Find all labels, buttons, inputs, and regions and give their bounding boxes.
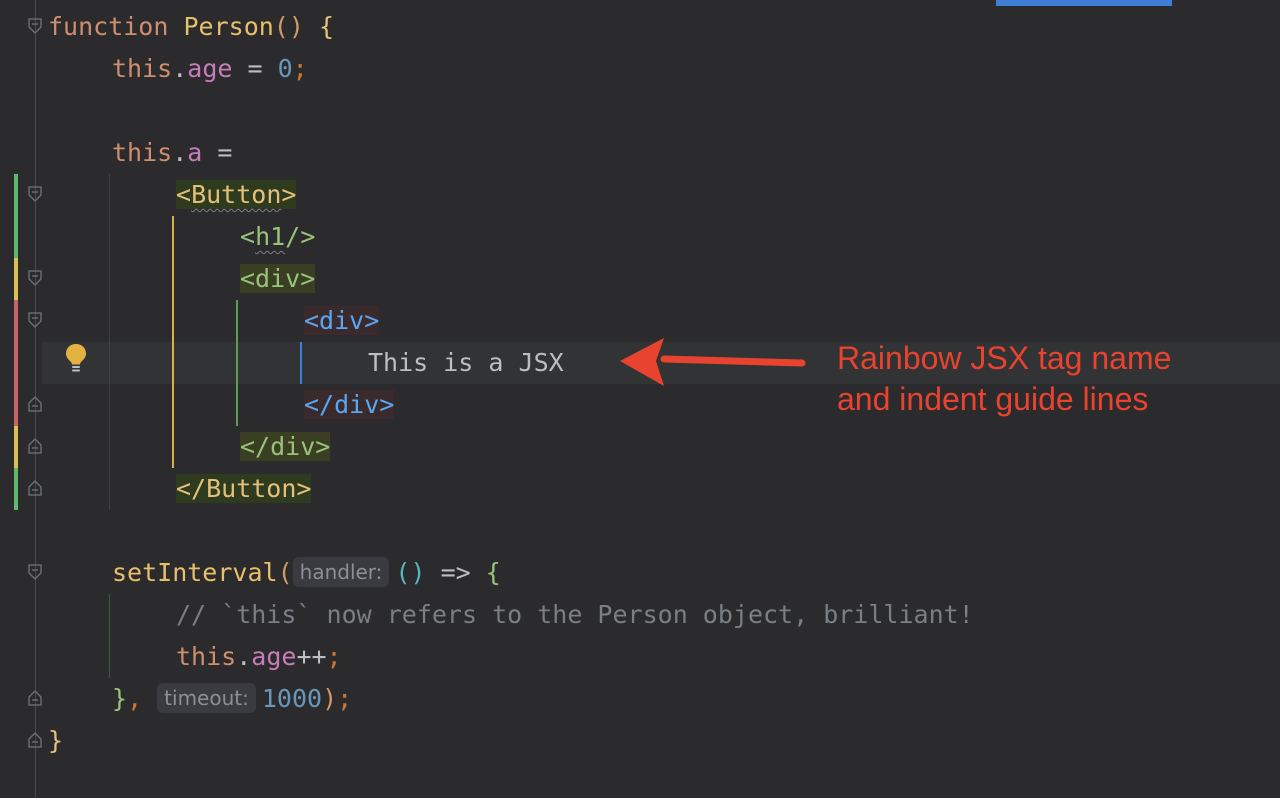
code-line-16[interactable]: this.age++; — [176, 636, 342, 678]
dot: . — [172, 138, 188, 167]
tag-bracket: > — [281, 180, 297, 209]
jsx-tag-div-close: </div> — [304, 390, 395, 419]
jsx-tag-button-close: </Button> — [176, 474, 312, 503]
dot: . — [236, 642, 252, 671]
keyword: function — [48, 12, 169, 41]
fold-marker-icon[interactable] — [28, 270, 42, 286]
operator: = — [202, 138, 233, 167]
fold-marker-icon[interactable] — [28, 564, 42, 580]
fold-marker-icon[interactable] — [28, 438, 42, 454]
parens: () — [273, 12, 304, 41]
code-line-11[interactable]: </div> — [240, 426, 331, 468]
code-line-10[interactable]: </div> — [304, 384, 395, 426]
tag-name: Button — [191, 180, 282, 209]
brace: { — [318, 12, 335, 41]
indent-guide — [109, 174, 110, 510]
annotation-line-1: Rainbow JSX tag name — [837, 340, 1172, 376]
code-line-5[interactable]: <Button> — [176, 174, 297, 216]
indent-guide — [300, 342, 302, 384]
brace: { — [485, 558, 501, 587]
annotation-line-2: and indent guide lines — [837, 381, 1149, 417]
annotation-callout: Rainbow JSX tag name and indent guide li… — [837, 338, 1171, 420]
code-line-9[interactable]: This is a JSX — [368, 342, 564, 384]
code-line-18[interactable]: } — [48, 720, 63, 762]
comment: // `this` now refers to the Person objec… — [176, 600, 974, 629]
arrow: => — [425, 558, 486, 587]
jsx-text: This is a JSX — [368, 348, 564, 377]
change-marker[interactable] — [14, 426, 18, 468]
arrow-parens: () — [395, 558, 426, 587]
parameter-hint: handler: — [292, 557, 390, 587]
code-line-12[interactable]: </Button> — [176, 468, 312, 510]
operator: ++ — [296, 642, 327, 671]
annotation-arrow — [620, 338, 806, 386]
keyword-this: this — [176, 642, 237, 671]
brace: } — [48, 726, 64, 755]
semicolon: ; — [337, 684, 353, 713]
code-line-17[interactable]: }, timeout: 1000); — [112, 678, 352, 720]
function-call: setInterval — [112, 558, 278, 587]
tag-bracket: < — [176, 180, 192, 209]
code-line-14[interactable]: setInterval(handler:() => { — [112, 552, 501, 594]
indent-guide — [109, 594, 110, 678]
jsx-tag-div-close: </div> — [240, 432, 331, 461]
property: a — [187, 138, 203, 167]
fold-marker-icon[interactable] — [28, 186, 42, 202]
property: age — [187, 54, 233, 83]
code-line-8[interactable]: <div> — [304, 300, 380, 342]
indent-guide — [172, 216, 174, 468]
fold-marker-icon[interactable] — [28, 312, 42, 328]
fold-marker-icon[interactable] — [28, 690, 42, 706]
brace: } — [112, 684, 128, 713]
code-editor[interactable]: function Person() { this.age = 0; this.a… — [0, 0, 1280, 798]
parameter-hint: timeout: — [157, 683, 256, 713]
paren: ( — [277, 558, 293, 587]
code-line-15[interactable]: // `this` now refers to the Person objec… — [176, 594, 974, 636]
code-line-1[interactable]: function Person() { — [48, 6, 334, 48]
number: 0 — [277, 54, 293, 83]
operator: = — [232, 54, 278, 83]
fold-marker-icon[interactable] — [28, 18, 42, 34]
change-marker[interactable] — [14, 258, 18, 300]
semicolon: ; — [326, 642, 342, 671]
keyword-this: this — [112, 54, 173, 83]
number: 1000 — [261, 684, 323, 713]
lightbulb-icon[interactable] — [63, 342, 89, 374]
change-marker[interactable] — [14, 468, 18, 510]
paren: ) — [322, 684, 338, 713]
semicolon: ; — [292, 54, 308, 83]
dot: . — [172, 54, 188, 83]
jsx-tag-h1: <h1/> — [240, 222, 315, 251]
code-line-7[interactable]: <div> — [240, 258, 316, 300]
comma: , — [127, 684, 158, 713]
jsx-tag-open: <Button> — [176, 180, 297, 209]
fold-marker-icon[interactable] — [28, 480, 42, 496]
fold-marker-icon[interactable] — [28, 732, 42, 748]
tag-name: h1 — [255, 222, 286, 251]
jsx-tag-div-open: <div> — [240, 264, 316, 293]
property: age — [251, 642, 297, 671]
indent-guide — [236, 300, 238, 426]
tag-bracket: < — [240, 222, 256, 251]
code-line-2[interactable]: this.age = 0; — [112, 48, 308, 90]
change-marker[interactable] — [14, 300, 18, 426]
keyword-this: this — [112, 138, 173, 167]
change-marker[interactable] — [14, 174, 18, 258]
jsx-tag-div-open: <div> — [304, 306, 380, 335]
function-name: Person — [183, 12, 274, 41]
code-line-6[interactable]: <h1/> — [240, 216, 315, 258]
fold-marker-icon[interactable] — [28, 396, 42, 412]
scrollbar-thumb[interactable] — [996, 0, 1172, 6]
tag-bracket: /> — [285, 222, 316, 251]
code-line-4[interactable]: this.a = — [112, 132, 232, 174]
